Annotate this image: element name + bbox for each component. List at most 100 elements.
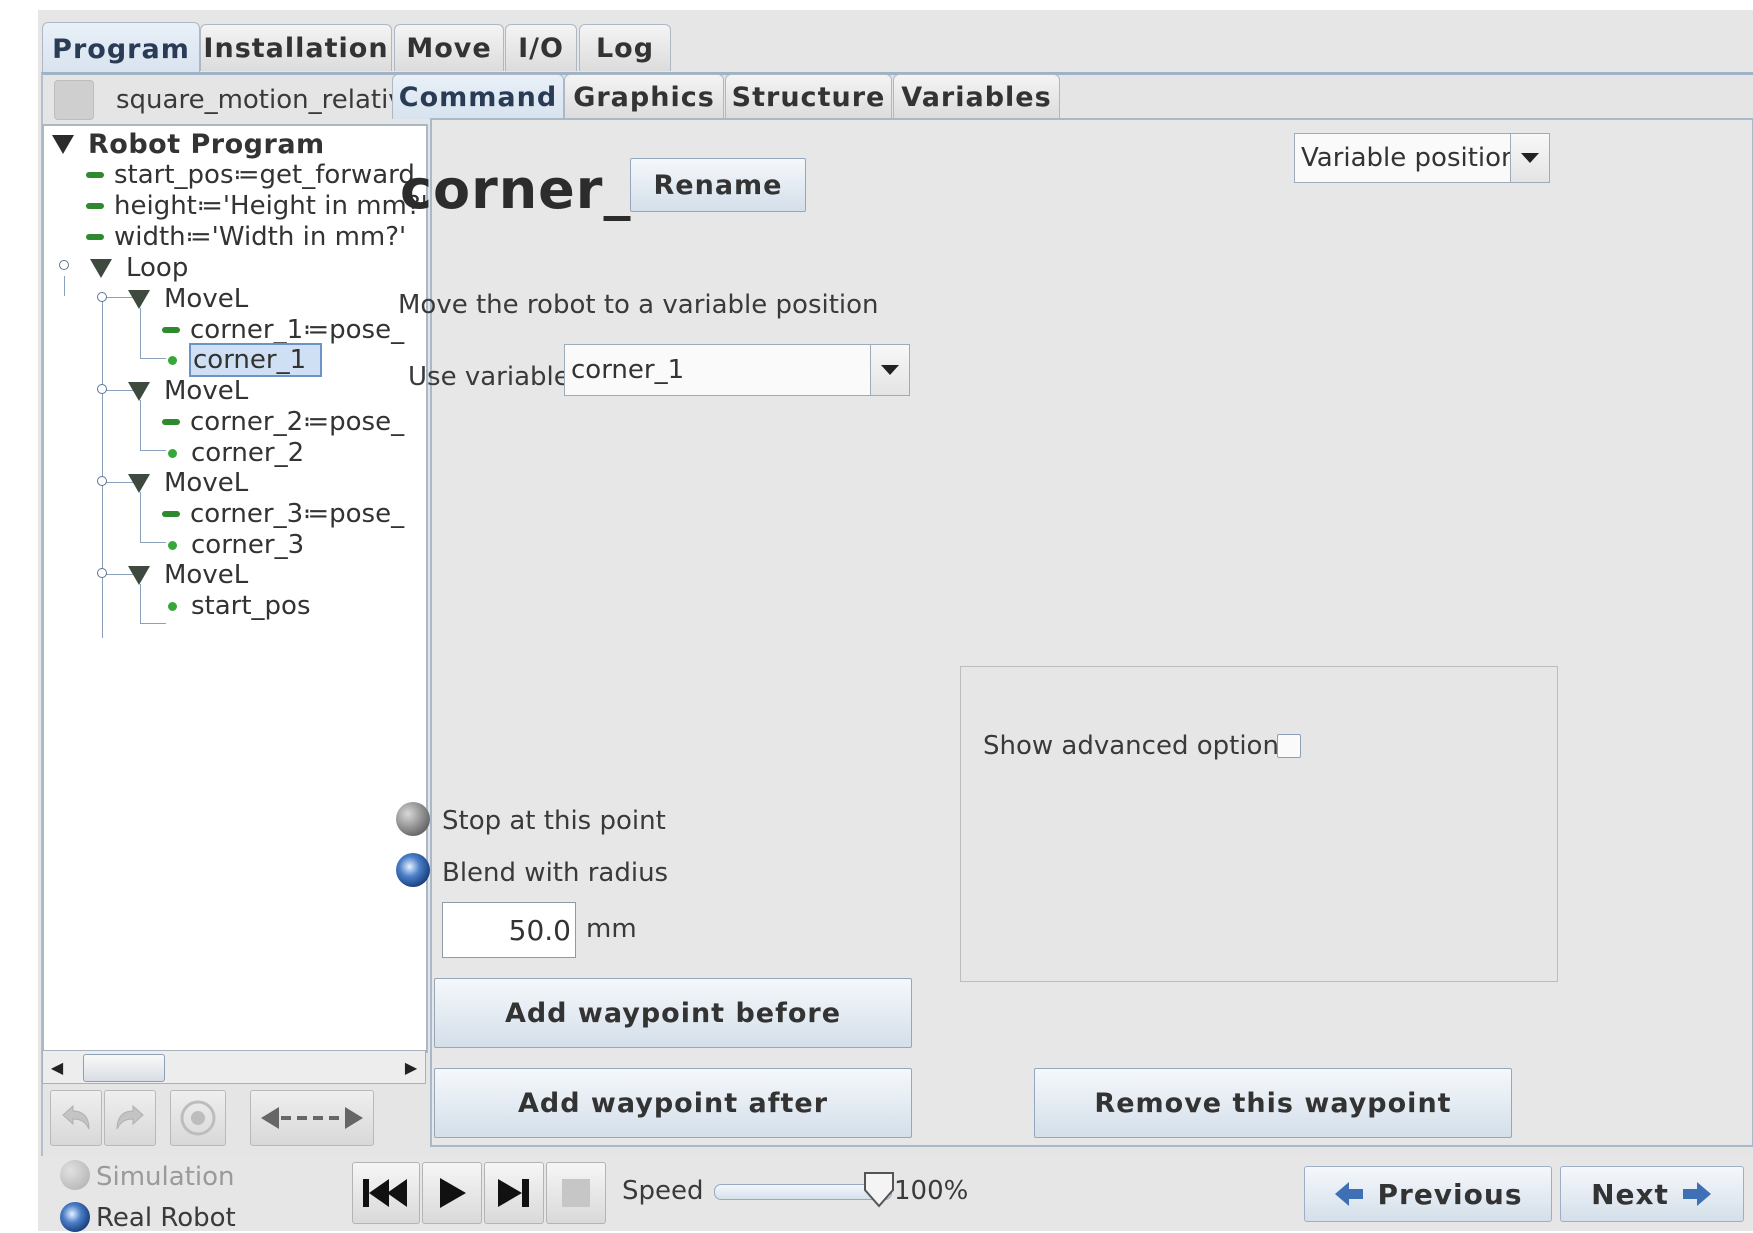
undo-icon — [62, 1104, 90, 1130]
tab-command[interactable]: Command — [392, 74, 564, 119]
save-program-icon[interactable] — [54, 80, 94, 120]
collapse-triangle-icon[interactable] — [128, 289, 150, 309]
button-label: Previous — [1377, 1177, 1523, 1211]
tree-node[interactable]: corner_3 — [162, 529, 306, 561]
suppress-button[interactable] — [170, 1090, 226, 1146]
use-variable-label: Use variable — [408, 362, 570, 392]
tab-installation[interactable]: Installation — [200, 24, 392, 71]
scrollbar-thumb[interactable] — [83, 1054, 165, 1082]
arrow-right-icon — [1682, 1182, 1711, 1206]
undo-button[interactable] — [50, 1090, 102, 1146]
collapse-triangle-icon[interactable] — [90, 258, 112, 278]
blend-radius-label: Blend with radius — [442, 858, 669, 888]
tree-node[interactable]: corner_2≔pose_ — [162, 406, 406, 438]
tree-horizontal-scrollbar[interactable]: ◀ ▶ — [42, 1050, 426, 1084]
assignment-icon — [162, 327, 180, 333]
step-icon — [498, 1179, 529, 1207]
tree-node-label: corner_3 — [191, 530, 305, 560]
dropdown-value: corner_1 — [571, 355, 685, 385]
button-label: Add waypoint after — [517, 1087, 829, 1119]
assignment-icon — [86, 172, 104, 178]
real-robot-radio[interactable] — [60, 1202, 90, 1232]
tree-node-label: Robot Program — [88, 128, 325, 160]
scroll-right-icon[interactable]: ▶ — [397, 1051, 425, 1083]
collapse-triangle-icon[interactable] — [52, 134, 74, 154]
speed-slider-handle[interactable] — [862, 1170, 896, 1210]
program-tree[interactable]: Robot Program start_pos≔get_forward heig… — [42, 124, 428, 1053]
arrow-left-icon — [1335, 1182, 1364, 1206]
button-label: Add waypoint before — [504, 997, 842, 1029]
tree-node-movel[interactable]: MoveL — [128, 375, 250, 407]
stop-icon — [562, 1179, 590, 1207]
tab-io[interactable]: I/O — [505, 24, 577, 71]
tree-node-selected[interactable]: corner_1 — [162, 343, 323, 377]
tree-node-label: corner_1≔pose_ — [190, 315, 405, 345]
tree-node-label: corner_2≔pose_ — [190, 407, 405, 437]
play-icon — [440, 1178, 466, 1208]
position-type-dropdown[interactable]: Variable position — [1294, 133, 1550, 183]
redo-button[interactable] — [104, 1090, 156, 1146]
move-node-button[interactable] — [250, 1090, 374, 1146]
real-robot-label: Real Robot — [96, 1203, 236, 1233]
add-waypoint-after-button[interactable]: Add waypoint after — [434, 1068, 912, 1138]
button-label: Next — [1591, 1177, 1669, 1211]
speed-value: 100% — [894, 1176, 969, 1206]
button-label: Rename — [653, 169, 783, 201]
suppress-icon — [180, 1100, 216, 1136]
tree-node-label: start_pos — [191, 591, 311, 621]
speed-label: Speed — [622, 1176, 704, 1206]
radius-input[interactable]: 50.0 — [442, 902, 576, 958]
assignment-icon — [86, 234, 104, 240]
tree-node-label: MoveL — [164, 284, 249, 314]
tree-node[interactable]: corner_2 — [162, 437, 306, 469]
tree-node-label: MoveL — [164, 560, 249, 590]
rename-button[interactable]: Rename — [630, 158, 806, 212]
tree-node[interactable]: corner_3≔pose_ — [162, 498, 406, 530]
collapse-triangle-icon[interactable] — [128, 473, 150, 493]
tab-move[interactable]: Move — [394, 24, 504, 71]
previous-button[interactable]: Previous — [1304, 1166, 1552, 1222]
remove-waypoint-button[interactable]: Remove this waypoint — [1034, 1068, 1512, 1138]
use-variable-dropdown[interactable]: corner_1 — [564, 344, 910, 396]
tab-label: Variables — [901, 81, 1052, 113]
stop-at-point-radio[interactable] — [396, 802, 430, 836]
blend-radius-radio[interactable] — [396, 853, 430, 887]
simulation-radio[interactable] — [60, 1160, 90, 1190]
button-label: Remove this waypoint — [1094, 1087, 1452, 1119]
tree-node[interactable]: width≔'Width in mm?' — [86, 221, 408, 253]
tree-node-movel[interactable]: MoveL — [128, 467, 250, 499]
play-button[interactable] — [422, 1162, 482, 1224]
tree-node[interactable]: corner_1≔pose_ — [162, 314, 406, 346]
scroll-left-icon[interactable]: ◀ — [43, 1051, 71, 1083]
tab-variables[interactable]: Variables — [893, 74, 1060, 119]
stop-button[interactable] — [546, 1162, 606, 1224]
tree-node[interactable]: start_pos≔get_forward — [86, 159, 417, 191]
collapse-triangle-icon[interactable] — [128, 565, 150, 585]
tab-program[interactable]: Program — [42, 22, 200, 75]
skip-to-start-button[interactable] — [352, 1162, 420, 1224]
tab-label: Log — [595, 32, 655, 64]
tree-root-robot-program[interactable]: Robot Program — [52, 128, 327, 160]
next-button[interactable]: Next — [1560, 1166, 1744, 1222]
tree-node[interactable]: start_pos — [162, 590, 313, 622]
dropdown-value: Variable position — [1301, 143, 1518, 173]
tree-node-label: MoveL — [164, 468, 249, 498]
tree-node-movel[interactable]: MoveL — [128, 283, 250, 315]
tree-node-loop[interactable]: Loop — [90, 252, 190, 284]
tree-node-label: corner_1 — [189, 343, 323, 377]
tab-log[interactable]: Log — [579, 24, 671, 71]
collapse-triangle-icon[interactable] — [128, 381, 150, 401]
move-arrows-icon — [261, 1107, 363, 1129]
stop-at-point-label: Stop at this point — [442, 806, 666, 836]
tab-structure[interactable]: Structure — [725, 74, 892, 119]
tree-node[interactable]: height≔'Height in mm?' — [86, 190, 426, 222]
add-waypoint-before-button[interactable]: Add waypoint before — [434, 978, 912, 1048]
tab-label: Command — [398, 81, 558, 113]
show-advanced-checkbox[interactable] — [1277, 734, 1301, 758]
skip-start-icon — [363, 1179, 407, 1207]
tab-graphics[interactable]: Graphics — [564, 74, 724, 119]
step-button[interactable] — [484, 1162, 544, 1224]
tree-node-label: start_pos≔get_forward — [114, 160, 415, 190]
tree-node-movel[interactable]: MoveL — [128, 559, 250, 591]
tab-label: Structure — [731, 81, 886, 113]
